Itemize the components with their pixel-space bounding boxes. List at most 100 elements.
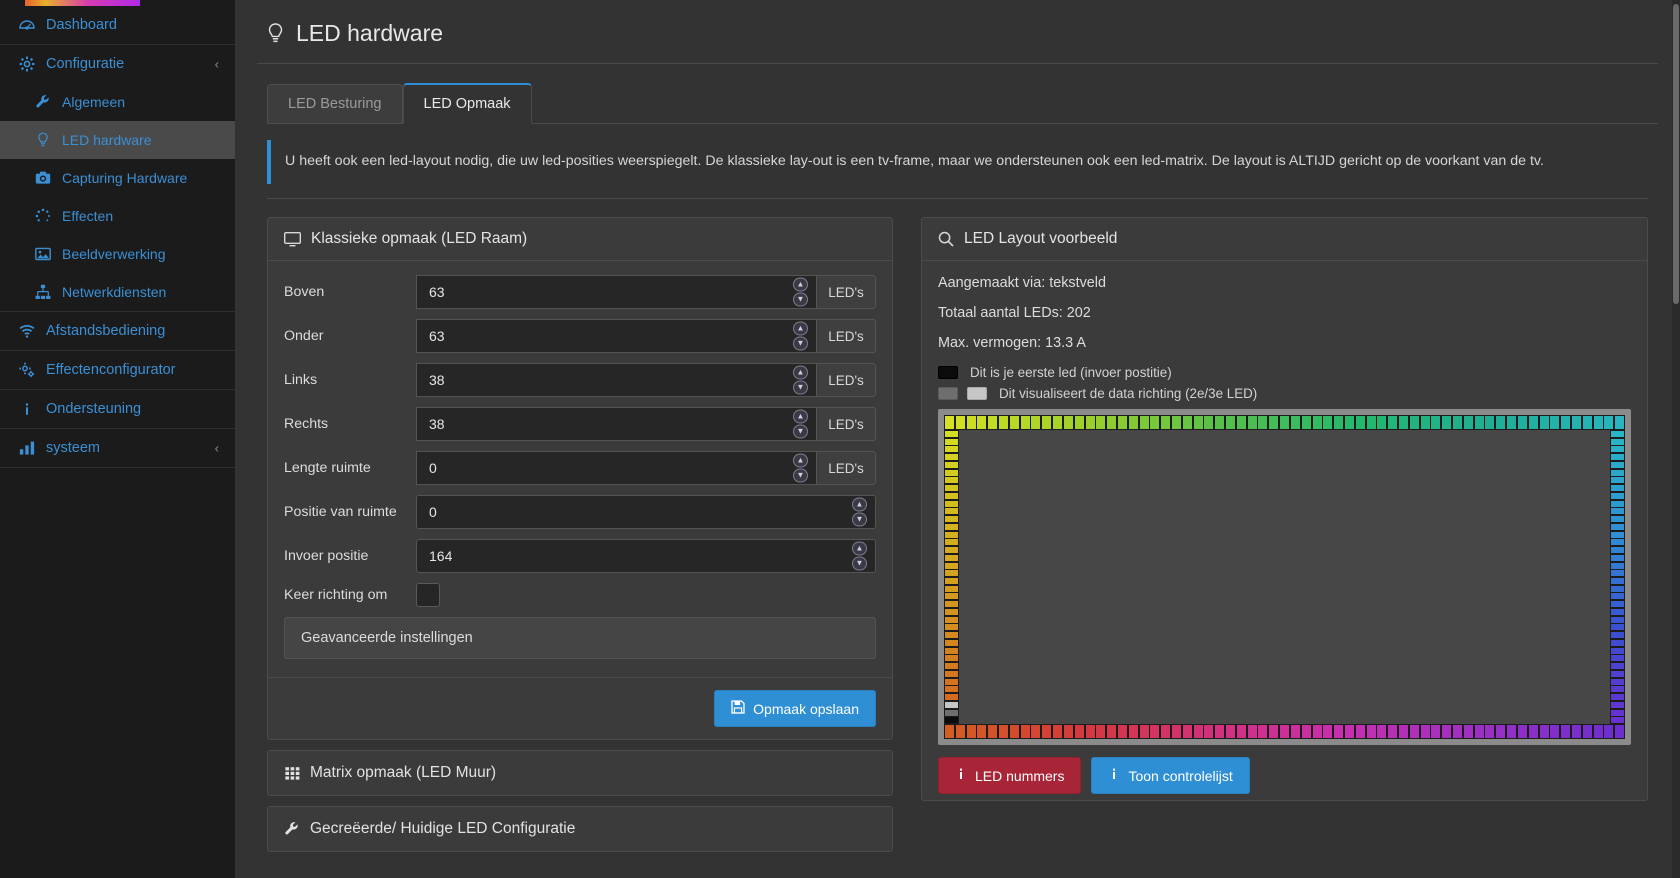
led-cell[interactable]	[944, 492, 959, 500]
led-cell[interactable]	[1214, 415, 1225, 430]
led-cell[interactable]	[1128, 415, 1139, 430]
input-onder[interactable]: 63▲▼	[416, 319, 816, 353]
led-cell[interactable]	[944, 461, 959, 469]
led-cell[interactable]	[1560, 724, 1571, 739]
led-cell[interactable]	[1593, 415, 1604, 430]
led-cell[interactable]	[944, 631, 959, 639]
led-cell[interactable]	[944, 523, 959, 531]
led-cell[interactable]	[1506, 724, 1517, 739]
sidebar-item-capturing-hardware[interactable]: Capturing Hardware	[0, 159, 235, 197]
led-cell[interactable]	[1506, 415, 1517, 430]
sidebar-item-systeem[interactable]: systeem‹	[0, 429, 235, 467]
led-cell[interactable]	[1290, 415, 1301, 430]
led-cell[interactable]	[944, 685, 959, 693]
led-cell[interactable]	[1106, 724, 1117, 739]
led-cell[interactable]	[976, 415, 987, 430]
led-cell[interactable]	[944, 469, 959, 477]
led-cell[interactable]	[944, 639, 959, 647]
led-cell[interactable]	[1149, 724, 1160, 739]
led-cell[interactable]	[1074, 415, 1085, 430]
led-cell[interactable]	[1117, 415, 1128, 430]
led-cell[interactable]	[1333, 415, 1344, 430]
page-scrollbar-thumb[interactable]	[1673, 4, 1679, 304]
led-cell[interactable]	[998, 724, 1009, 739]
led-cell[interactable]	[1063, 724, 1074, 739]
led-cell[interactable]	[1387, 724, 1398, 739]
number-stepper[interactable]: ▲▼	[793, 410, 808, 439]
led-cell[interactable]	[944, 724, 955, 739]
led-cell[interactable]	[1322, 724, 1333, 739]
led-cell[interactable]	[987, 724, 998, 739]
led-cell[interactable]	[1484, 415, 1495, 430]
led-cell[interactable]	[1009, 724, 1020, 739]
led-cell[interactable]	[1571, 415, 1582, 430]
led-cell[interactable]	[1582, 724, 1593, 739]
led-cell[interactable]	[1074, 724, 1085, 739]
number-stepper[interactable]: ▲▼	[793, 322, 808, 351]
led-cell[interactable]	[1539, 415, 1550, 430]
stepper-up-icon[interactable]: ▲	[852, 498, 867, 512]
page-scrollbar[interactable]	[1672, 0, 1680, 878]
led-cell[interactable]	[1430, 415, 1441, 430]
led-cell[interactable]	[1441, 724, 1452, 739]
led-cell[interactable]	[1052, 724, 1063, 739]
led-cell[interactable]	[944, 538, 959, 546]
led-cell[interactable]	[1387, 415, 1398, 430]
number-stepper[interactable]: ▲▼	[852, 498, 867, 527]
led-cell[interactable]	[1312, 415, 1323, 430]
save-layout-button[interactable]: Opmaak opslaan	[714, 690, 876, 727]
led-cell[interactable]	[1517, 724, 1528, 739]
led-cell[interactable]	[1409, 724, 1420, 739]
led-cell[interactable]	[1474, 415, 1485, 430]
advanced-settings-toggle[interactable]: Geavanceerde instellingen	[284, 617, 876, 659]
led-cell[interactable]	[1095, 415, 1106, 430]
led-cell[interactable]	[1484, 724, 1495, 739]
chevron-left-icon[interactable]: ‹	[215, 441, 219, 456]
stepper-up-icon[interactable]: ▲	[793, 454, 808, 468]
stepper-down-icon[interactable]: ▼	[793, 469, 808, 483]
led-cell[interactable]	[1257, 724, 1268, 739]
sidebar-item-led-hardware[interactable]: LED hardware	[0, 121, 235, 159]
led-cell[interactable]	[1063, 415, 1074, 430]
stepper-up-icon[interactable]: ▲	[793, 278, 808, 292]
sidebar-item-netwerkdiensten[interactable]: Netwerkdiensten	[0, 273, 235, 311]
led-cell[interactable]	[1225, 415, 1236, 430]
led-cell[interactable]	[976, 724, 987, 739]
led-cell[interactable]	[1603, 415, 1614, 430]
led-cell[interactable]	[944, 569, 959, 577]
input-invoer-positie[interactable]: 164▲▼	[416, 539, 876, 573]
led-cell[interactable]	[1301, 724, 1312, 739]
input-positie-van-ruimte[interactable]: 0▲▼	[416, 495, 876, 529]
stepper-up-icon[interactable]: ▲	[793, 322, 808, 336]
led-cell[interactable]	[944, 562, 959, 570]
led-cell[interactable]	[944, 531, 959, 539]
sidebar-item-effecten[interactable]: Effecten	[0, 197, 235, 235]
led-cell[interactable]	[944, 500, 959, 508]
led-cell[interactable]	[1474, 724, 1485, 739]
led-cell[interactable]	[1236, 415, 1247, 430]
led-cell[interactable]	[1398, 415, 1409, 430]
led-cell[interactable]	[1182, 724, 1193, 739]
led-cell[interactable]	[1603, 724, 1614, 739]
led-cell[interactable]	[1344, 415, 1355, 430]
led-cell[interactable]	[955, 724, 966, 739]
led-cell[interactable]	[1322, 415, 1333, 430]
input-rechts[interactable]: 38▲▼	[416, 407, 816, 441]
led-cell[interactable]	[1030, 724, 1041, 739]
led-cell[interactable]	[1193, 415, 1204, 430]
led-cell[interactable]	[1095, 724, 1106, 739]
sidebar-item-beeldverwerking[interactable]: Beeldverwerking	[0, 235, 235, 273]
led-cell[interactable]	[1149, 415, 1160, 430]
number-stepper[interactable]: ▲▼	[793, 278, 808, 307]
led-cell[interactable]	[966, 724, 977, 739]
led-cell[interactable]	[944, 608, 959, 616]
led-cell[interactable]	[944, 515, 959, 523]
tab-led-besturing[interactable]: LED Besturing	[267, 84, 403, 124]
led-cell[interactable]	[1366, 724, 1377, 739]
led-cell[interactable]	[944, 709, 959, 717]
led-cell[interactable]	[1560, 415, 1571, 430]
led-cell[interactable]	[1128, 724, 1139, 739]
led-cell[interactable]	[1160, 415, 1171, 430]
stepper-down-icon[interactable]: ▼	[793, 293, 808, 307]
led-cell[interactable]	[944, 654, 959, 662]
